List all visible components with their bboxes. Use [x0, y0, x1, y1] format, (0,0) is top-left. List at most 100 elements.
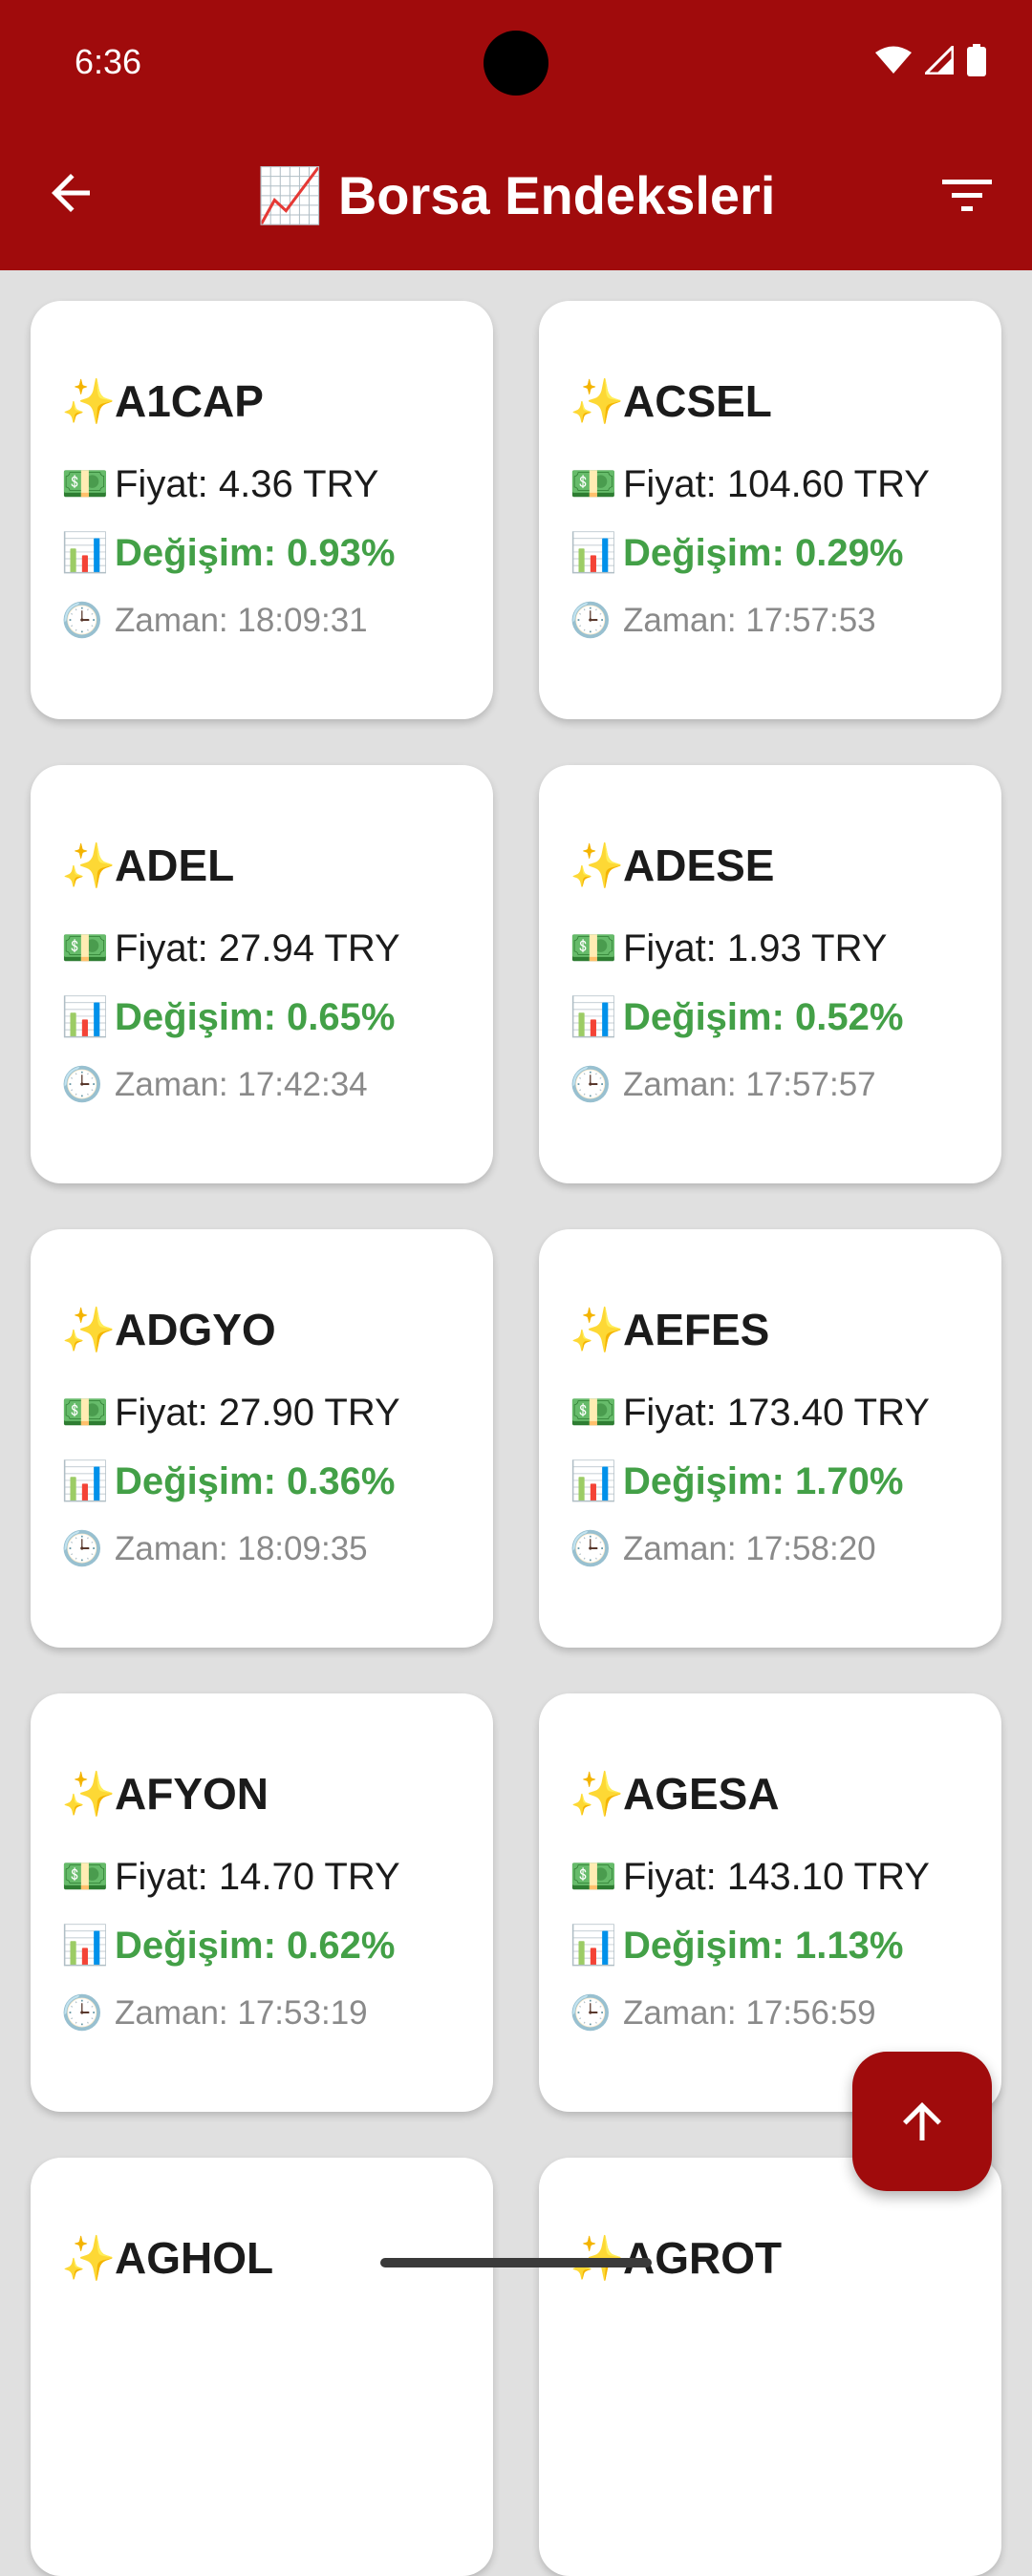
- bar-chart-icon: 📊: [61, 1460, 109, 1502]
- money-icon: 💵: [570, 1392, 617, 1434]
- stock-time: Zaman: 17:56:59: [623, 1994, 876, 2032]
- bar-chart-icon: 📊: [61, 1925, 109, 1967]
- stock-change: Değişim: 0.62%: [115, 1925, 396, 1967]
- money-icon: 💵: [570, 1856, 617, 1898]
- stock-time-row: 🕒 Zaman: 17:57:53: [570, 601, 876, 640]
- stock-symbol: AFYON: [115, 1769, 269, 1819]
- sparkle-icon: ✨: [61, 1769, 117, 1819]
- stock-card[interactable]: ✨ADESE 💵 Fiyat: 1.93 TRY 📊 Değişim: 0.52% 🕒 Za…: [539, 765, 1001, 1183]
- stock-change: Değişim: 0.52%: [623, 996, 904, 1038]
- stock-symbol: ADESE: [623, 841, 775, 890]
- stock-price: Fiyat: 27.90 TRY: [115, 1392, 400, 1434]
- stock-card[interactable]: ✨AEFES 💵 Fiyat: 173.40 TRY 📊 Değişim: 1.70% 🕒…: [539, 1229, 1001, 1648]
- stock-time: Zaman: 17:57:53: [623, 602, 876, 639]
- stock-time-row: 🕒 Zaman: 17:42:34: [61, 1065, 368, 1104]
- stock-symbol: AEFES: [623, 1305, 770, 1354]
- home-indicator[interactable]: [380, 2258, 652, 2267]
- stock-grid: ✨A1CAP 💵 Fiyat: 4.36 TRY 📊 Değişim: 0.93% 🕒 Za…: [31, 301, 1001, 2576]
- stock-card[interactable]: ✨AGESA 💵 Fiyat: 143.10 TRY 📊 Değişim: 1.13% 🕒…: [539, 1693, 1001, 2112]
- stock-change-row: 📊 Değişim: 0.36%: [61, 1458, 395, 1503]
- sparkle-icon: ✨: [61, 841, 117, 890]
- clock-icon: 🕒: [61, 1530, 103, 1567]
- stock-change: Değişim: 1.13%: [623, 1925, 904, 1967]
- clock-icon: 🕒: [570, 1994, 612, 2032]
- stock-symbol-row: ✨ACSEL: [570, 375, 772, 428]
- stock-symbol-row: ✨AGESA: [570, 1768, 780, 1820]
- arrow-up-icon: [903, 2102, 941, 2140]
- app-bar: 6:36 📈 Borsa Endeksleri: [0, 0, 1032, 270]
- stock-price: Fiyat: 1.93 TRY: [623, 927, 888, 969]
- stock-card[interactable]: ✨AGROT: [539, 2158, 1001, 2576]
- stock-symbol: ADEL: [115, 841, 235, 890]
- stock-change-row: 📊 Değişim: 0.65%: [61, 994, 395, 1039]
- stock-card[interactable]: ✨A1CAP 💵 Fiyat: 4.36 TRY 📊 Değişim: 0.93% 🕒 Za…: [31, 301, 493, 719]
- stock-time-row: 🕒 Zaman: 17:57:57: [570, 1065, 876, 1104]
- status-icons: [875, 44, 986, 76]
- clock-icon: 🕒: [570, 1066, 612, 1103]
- stock-change-row: 📊 Değişim: 1.13%: [570, 1923, 903, 1968]
- stock-price-row: 💵 Fiyat: 173.40 TRY: [570, 1390, 930, 1435]
- camera-cutout: [484, 31, 548, 96]
- bar-chart-icon: 📊: [61, 532, 109, 574]
- stock-symbol-row: ✨A1CAP: [61, 375, 264, 428]
- clock-icon: 🕒: [61, 1994, 103, 2032]
- stock-time-row: 🕒 Zaman: 17:53:19: [61, 1993, 368, 2033]
- stock-card[interactable]: ✨AFYON 💵 Fiyat: 14.70 TRY 📊 Değişim: 0.62% 🕒 Z…: [31, 1693, 493, 2112]
- sparkle-icon: ✨: [61, 2233, 117, 2283]
- money-icon: 💵: [570, 463, 617, 505]
- bar-chart-icon: 📊: [570, 996, 617, 1038]
- stock-time-row: 🕒 Zaman: 17:56:59: [570, 1993, 876, 2033]
- stock-card[interactable]: ✨AGHOL: [31, 2158, 493, 2576]
- bar-chart-icon: 📊: [570, 532, 617, 574]
- bar-chart-icon: 📊: [61, 996, 109, 1038]
- bar-chart-icon: 📊: [570, 1925, 617, 1967]
- clock-icon: 🕒: [61, 1066, 103, 1103]
- stock-symbol: AGESA: [623, 1769, 780, 1819]
- money-icon: 💵: [61, 927, 109, 969]
- stock-symbol-row: ✨ADGYO: [61, 1304, 276, 1356]
- filter-button[interactable]: [938, 172, 996, 220]
- stock-price-row: 💵 Fiyat: 27.90 TRY: [61, 1390, 400, 1435]
- sparkle-icon: ✨: [570, 1305, 625, 1354]
- stock-symbol: ACSEL: [623, 376, 772, 426]
- stock-time-row: 🕒 Zaman: 17:58:20: [570, 1529, 876, 1568]
- stock-price-row: 💵 Fiyat: 27.94 TRY: [61, 926, 400, 970]
- stock-change-row: 📊 Değişim: 0.93%: [61, 530, 395, 575]
- money-icon: 💵: [570, 927, 617, 969]
- stock-change-row: 📊 Değişim: 0.52%: [570, 994, 903, 1039]
- stock-symbol: A1CAP: [115, 376, 264, 426]
- sparkle-icon: ✨: [61, 376, 117, 426]
- sparkle-icon: ✨: [570, 1769, 625, 1819]
- stock-symbol-row: ✨ADEL: [61, 840, 234, 892]
- bar-chart-icon: 📊: [570, 1460, 617, 1502]
- stock-change: Değişim: 1.70%: [623, 1460, 904, 1502]
- stock-time: Zaman: 17:58:20: [623, 1530, 876, 1567]
- stock-time: Zaman: 17:42:34: [115, 1066, 368, 1103]
- stock-price-row: 💵 Fiyat: 1.93 TRY: [570, 926, 887, 970]
- stock-price: Fiyat: 143.10 TRY: [623, 1856, 930, 1898]
- stock-price: Fiyat: 27.94 TRY: [115, 927, 400, 969]
- stock-symbol-row: ✨AEFES: [570, 1304, 769, 1356]
- stock-symbol-row: ✨ADESE: [570, 840, 774, 892]
- scroll-to-top-button[interactable]: [852, 2052, 992, 2191]
- stock-symbol-row: ✨AGHOL: [61, 2232, 273, 2285]
- stock-time-row: 🕒 Zaman: 18:09:31: [61, 601, 368, 640]
- stock-price-row: 💵 Fiyat: 14.70 TRY: [61, 1854, 400, 1899]
- stock-change-row: 📊 Değişim: 0.29%: [570, 530, 903, 575]
- stock-change: Değişim: 0.65%: [115, 996, 396, 1038]
- clock-icon: 🕒: [570, 602, 612, 639]
- signal-icon: [925, 46, 954, 75]
- stock-change-row: 📊 Değişim: 1.70%: [570, 1458, 903, 1503]
- stock-card[interactable]: ✨ADEL 💵 Fiyat: 27.94 TRY 📊 Değişim: 0.65% 🕒 Za…: [31, 765, 493, 1183]
- stock-change: Değişim: 0.93%: [115, 532, 396, 574]
- stock-price: Fiyat: 173.40 TRY: [623, 1392, 930, 1434]
- stock-price: Fiyat: 4.36 TRY: [115, 463, 379, 505]
- battery-icon: [967, 44, 986, 76]
- status-time: 6:36: [75, 42, 142, 81]
- stock-time: Zaman: 17:53:19: [115, 1994, 368, 2032]
- stock-price-row: 💵 Fiyat: 4.36 TRY: [61, 461, 378, 506]
- stock-card[interactable]: ✨ACSEL 💵 Fiyat: 104.60 TRY 📊 Değişim: 0.29% 🕒…: [539, 301, 1001, 719]
- stock-card[interactable]: ✨ADGYO 💵 Fiyat: 27.90 TRY 📊 Değişim: 0.36% 🕒 Z…: [31, 1229, 493, 1648]
- stock-change: Değişim: 0.36%: [115, 1460, 396, 1502]
- stock-price: Fiyat: 104.60 TRY: [623, 463, 930, 505]
